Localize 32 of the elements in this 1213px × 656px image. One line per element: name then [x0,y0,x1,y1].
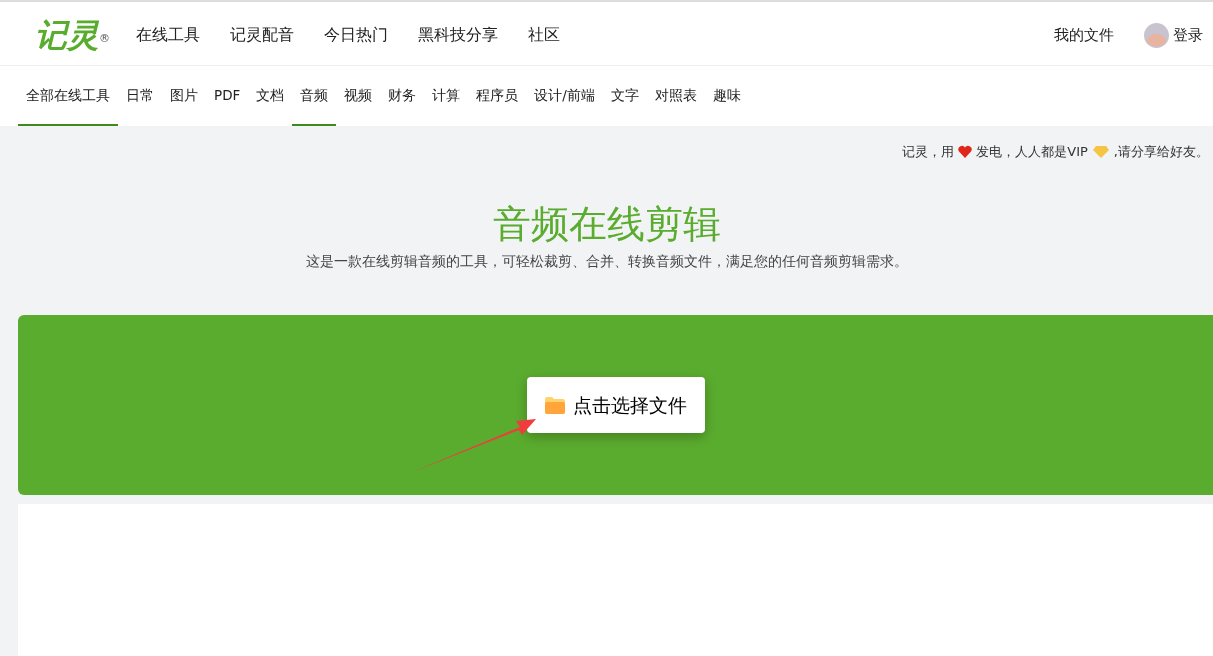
notice-text: 发电，人人都是VIP [976,143,1088,161]
category-tab[interactable]: 文档 [248,66,293,126]
nav-link[interactable]: 记灵配音 [230,23,294,47]
category-tab[interactable]: 日常 [118,66,162,126]
nav-link[interactable]: 今日热门 [324,23,388,47]
diamond-icon [1091,144,1110,159]
notice-text: 记灵，用 [902,143,955,161]
category-tab[interactable]: 财务 [380,66,425,126]
category-tab[interactable]: 对照表 [646,66,705,126]
notice-text: ,请分享给好友。 [1113,143,1209,161]
category-tab[interactable]: 音频 [292,66,337,126]
category-tab[interactable]: 趣味 [704,66,749,126]
category-tab[interactable]: 设计/前端 [526,66,603,126]
category-tab[interactable]: 程序员 [468,66,527,126]
category-tab[interactable]: 图片 [162,66,206,126]
heart-icon [958,145,973,159]
login-link[interactable]: 登录 [1173,23,1203,47]
category-tab[interactable]: 全部在线工具 [18,66,118,126]
nav-link[interactable]: 在线工具 [136,23,200,47]
folder-icon [544,396,565,414]
nav-link[interactable]: 社区 [528,23,560,47]
category-tab[interactable]: PDF [206,66,249,126]
registered-mark: ® [99,31,110,47]
avatar-icon [1144,22,1169,48]
category-tab[interactable]: 计算 [424,66,469,126]
page-title: 音频在线剪辑 [491,201,722,248]
choose-file-button[interactable]: 点击选择文件 [526,376,705,434]
my-files-link[interactable]: 我的文件 [1054,23,1114,47]
category-tab[interactable]: 视频 [336,66,381,126]
category-tab[interactable]: 文字 [602,66,647,126]
nav-link[interactable]: 黑科技分享 [418,23,498,47]
page-subtitle: 这是一款在线剪辑音频的工具，可轻松裁剪、合并、转换音频文件，满足您的任何音频剪辑需求。 [304,252,909,272]
